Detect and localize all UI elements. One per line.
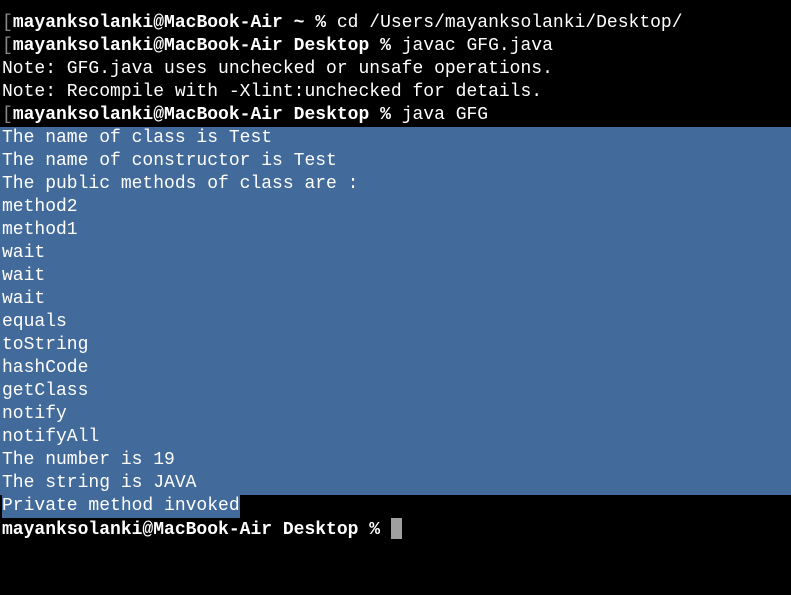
prompt: mayanksolanki@MacBook-Air Desktop % bbox=[13, 105, 402, 125]
output-line: Note: GFG.java uses unchecked or unsafe … bbox=[0, 58, 791, 81]
selected-output: The name of constructor is Test bbox=[0, 150, 791, 173]
bracket-icon: [ bbox=[2, 105, 13, 125]
selected-output: The public methods of class are : bbox=[0, 173, 791, 196]
selected-output: notify bbox=[0, 403, 791, 426]
output-line: Note: Recompile with -Xlint:unchecked fo… bbox=[0, 81, 791, 104]
command-line: [mayanksolanki@MacBook-Air ~ % cd /Users… bbox=[0, 12, 791, 35]
selected-output: wait bbox=[0, 242, 791, 265]
prompt: mayanksolanki@MacBook-Air Desktop % bbox=[2, 520, 391, 540]
selected-output: method2 bbox=[0, 196, 791, 219]
command-line: [mayanksolanki@MacBook-Air Desktop % jav… bbox=[0, 35, 791, 58]
selected-output: hashCode bbox=[0, 357, 791, 380]
terminal-window[interactable]: [mayanksolanki@MacBook-Air ~ % cd /Users… bbox=[0, 12, 791, 595]
selected-output: The name of class is Test bbox=[0, 127, 791, 150]
command-text: javac GFG.java bbox=[402, 36, 553, 56]
command-text: java GFG bbox=[402, 105, 488, 125]
selected-output: wait bbox=[0, 288, 791, 311]
selected-output: getClass bbox=[0, 380, 791, 403]
output-line-partial: Private method invoked bbox=[0, 495, 791, 518]
bracket-icon: [ bbox=[2, 36, 13, 56]
cursor-icon bbox=[391, 518, 402, 539]
selected-output: The string is JAVA bbox=[0, 472, 791, 495]
bracket-icon: [ bbox=[2, 13, 13, 33]
prompt-line: mayanksolanki@MacBook-Air Desktop % bbox=[0, 518, 791, 542]
selected-output: Private method invoked bbox=[2, 495, 240, 518]
selected-output: notifyAll bbox=[0, 426, 791, 449]
prompt: mayanksolanki@MacBook-Air ~ % bbox=[13, 13, 337, 33]
command-line: [mayanksolanki@MacBook-Air Desktop % jav… bbox=[0, 104, 791, 127]
selected-output: equals bbox=[0, 311, 791, 334]
selected-output: The number is 19 bbox=[0, 449, 791, 472]
selected-output: method1 bbox=[0, 219, 791, 242]
selected-output: toString bbox=[0, 334, 791, 357]
prompt: mayanksolanki@MacBook-Air Desktop % bbox=[13, 36, 402, 56]
selected-output: wait bbox=[0, 265, 791, 288]
command-text: cd /Users/mayanksolanki/Desktop/ bbox=[337, 13, 683, 33]
